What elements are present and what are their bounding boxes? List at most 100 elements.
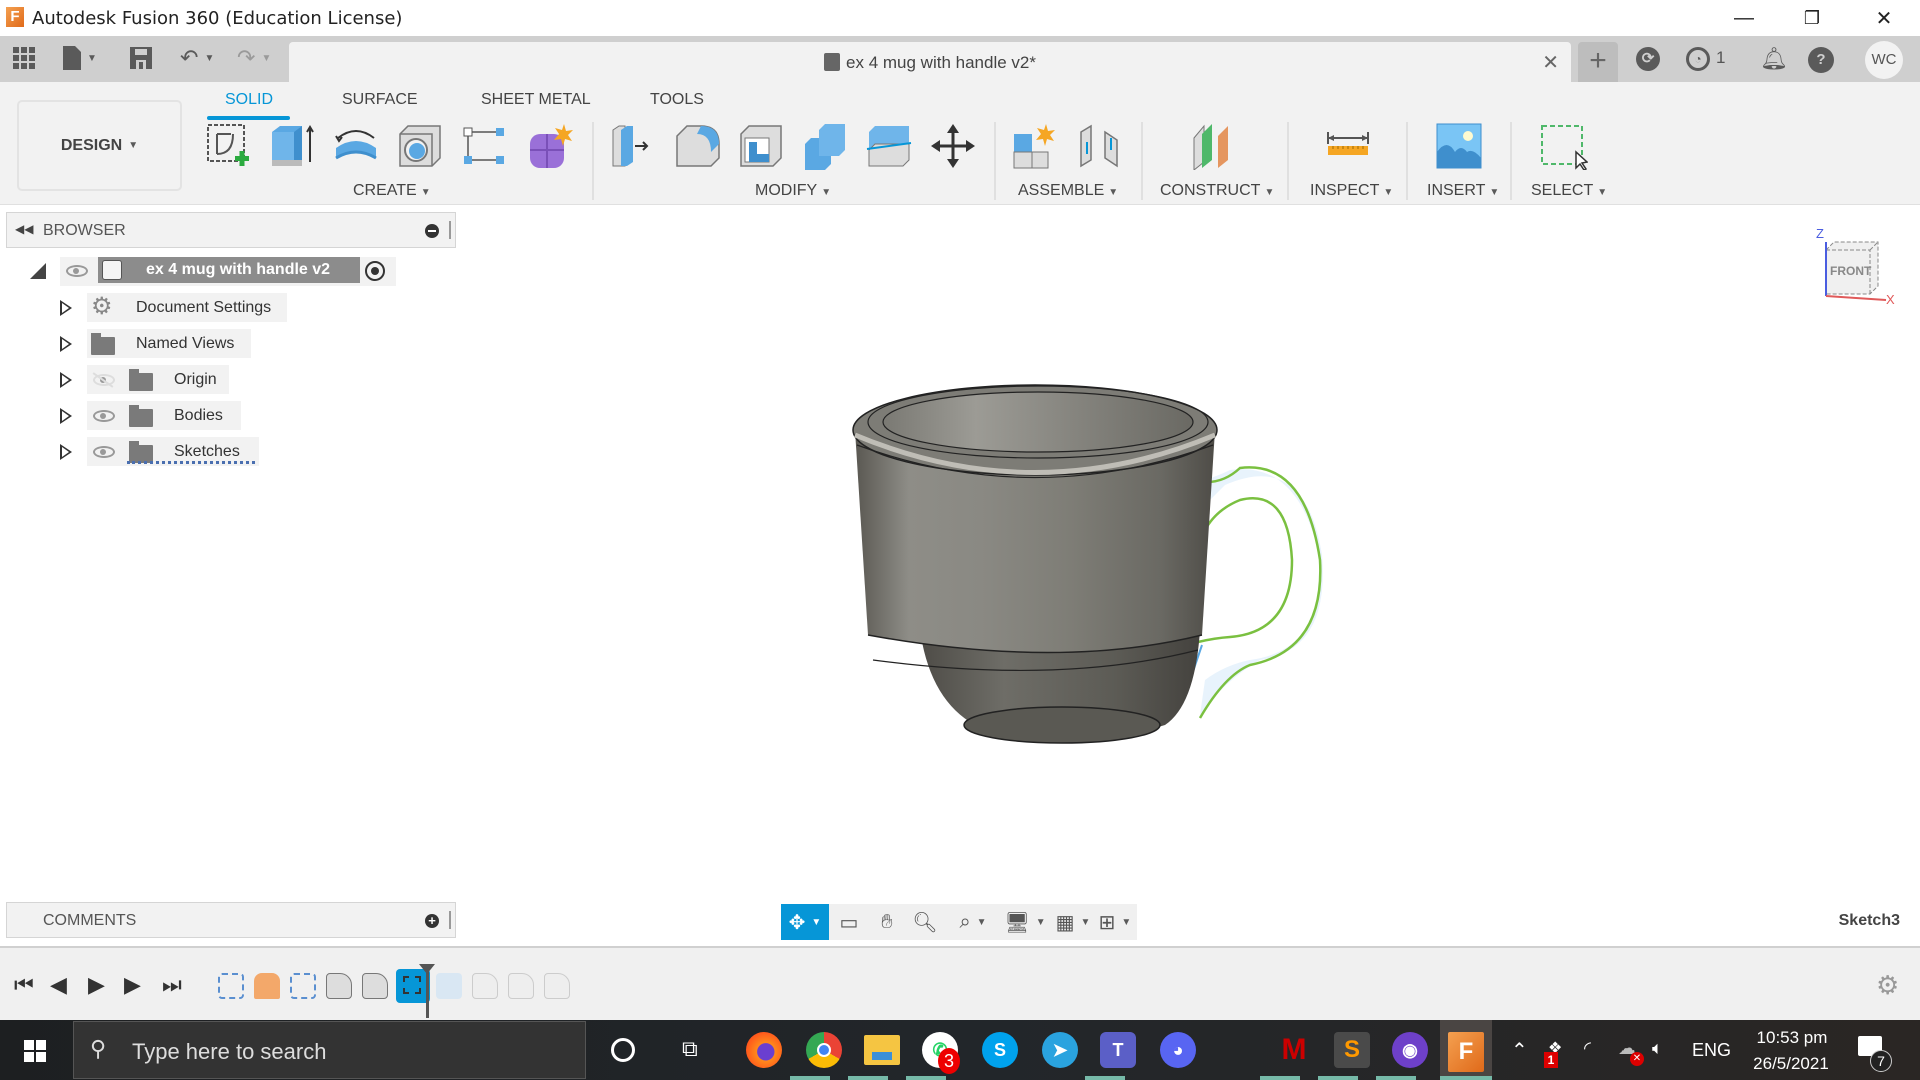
viewcube[interactable]: Z X FRONT bbox=[1812, 226, 1895, 312]
sublime-text-taskbar-icon[interactable]: S bbox=[1334, 1032, 1370, 1068]
timeline-sketch-feature[interactable] bbox=[218, 973, 244, 999]
hole-button[interactable] bbox=[396, 122, 444, 170]
redo-button[interactable]: ↷ ▼ bbox=[237, 44, 271, 72]
orbit-button[interactable]: ✥ ▼ bbox=[781, 904, 829, 940]
look-at-button[interactable]: ▭ bbox=[833, 904, 865, 940]
save-button[interactable] bbox=[130, 44, 152, 72]
timeline-active-sketch-feature[interactable] bbox=[396, 969, 430, 1003]
user-avatar[interactable]: WC bbox=[1865, 41, 1903, 79]
tab-solid[interactable]: SOLID bbox=[225, 91, 273, 109]
minimize-button[interactable]: — bbox=[1716, 0, 1772, 36]
timeline-revolve-feature[interactable] bbox=[254, 973, 280, 999]
close-tab-button[interactable]: ✕ bbox=[1542, 50, 1559, 75]
construct-menu[interactable]: CONSTRUCT ▼ bbox=[1160, 182, 1274, 200]
document-tab[interactable]: ex 4 mug with handle v2* ✕ bbox=[289, 42, 1571, 82]
browser-item-document-settings[interactable]: ⚙ Document Settings bbox=[87, 293, 287, 322]
chrome-taskbar-icon[interactable] bbox=[806, 1032, 842, 1068]
undo-button[interactable]: ↶ ▼ bbox=[180, 44, 214, 72]
fillet-button[interactable] bbox=[673, 122, 721, 170]
taskbar-search-input[interactable]: ⚲ Type here to search bbox=[73, 1021, 586, 1079]
modify-menu[interactable]: MODIFY ▼ bbox=[755, 182, 831, 200]
play-button[interactable]: ▶ bbox=[88, 972, 105, 998]
pan-button[interactable]: ✋︎ bbox=[871, 904, 903, 940]
panel-resize-handle[interactable] bbox=[449, 911, 451, 929]
combine-button[interactable] bbox=[801, 122, 849, 170]
step-forward-button[interactable]: ▶ bbox=[124, 972, 141, 998]
visibility-eye-icon[interactable] bbox=[66, 265, 88, 277]
teams-taskbar-icon[interactable]: T bbox=[1100, 1032, 1136, 1068]
step-back-button[interactable]: ◀ bbox=[50, 972, 67, 998]
select-menu[interactable]: SELECT ▼ bbox=[1531, 182, 1607, 200]
insert-canvas-button[interactable] bbox=[1435, 122, 1483, 170]
job-status-icon[interactable]: ◔ bbox=[1686, 47, 1710, 71]
timeline-extrude-feature-suppressed[interactable] bbox=[436, 973, 462, 999]
timeline-marker-handle[interactable] bbox=[419, 964, 435, 974]
tab-surface[interactable]: SURFACE bbox=[342, 91, 418, 109]
help-icon[interactable]: ? bbox=[1808, 47, 1834, 73]
wifi-tray-icon[interactable]: ◜ bbox=[1584, 1038, 1591, 1059]
inspect-menu[interactable]: INSPECT ▼ bbox=[1310, 182, 1393, 200]
restore-button[interactable]: ❐ bbox=[1784, 0, 1840, 36]
insert-menu[interactable]: INSERT ▼ bbox=[1427, 182, 1499, 200]
clock-time[interactable]: 10:53 pm bbox=[1752, 1028, 1832, 1048]
show-hidden-icons-chevron[interactable]: ⌃ bbox=[1511, 1038, 1528, 1063]
assemble-menu[interactable]: ASSEMBLE ▼ bbox=[1018, 182, 1118, 200]
fusion-360-taskbar-icon[interactable]: F bbox=[1448, 1032, 1484, 1072]
minimize-panel-icon[interactable] bbox=[425, 224, 439, 238]
timeline-fillet-feature[interactable] bbox=[326, 973, 352, 999]
viewports-button[interactable]: ⊞ ▼ bbox=[1093, 904, 1137, 940]
expand-arrow-icon[interactable] bbox=[60, 336, 72, 352]
workspace-switcher[interactable]: DESIGN ▼ bbox=[17, 100, 182, 191]
grid-snaps-button[interactable]: ▦ ▼ bbox=[1051, 904, 1095, 940]
timeline-sketch-feature[interactable] bbox=[290, 973, 316, 999]
input-language[interactable]: ENG bbox=[1692, 1040, 1731, 1061]
extensions-icon[interactable]: ⟳ bbox=[1636, 47, 1660, 71]
notifications-bell-icon[interactable]: 🔔︎ bbox=[1760, 46, 1788, 72]
expand-arrow-icon[interactable] bbox=[60, 408, 72, 424]
github-desktop-taskbar-icon[interactable]: ◉ bbox=[1392, 1032, 1428, 1068]
select-button[interactable] bbox=[1540, 122, 1589, 171]
revolve-button[interactable] bbox=[332, 122, 380, 170]
visibility-eye-icon[interactable] bbox=[93, 410, 115, 422]
firefox-taskbar-icon[interactable] bbox=[746, 1032, 782, 1068]
timeline-settings-gear-icon[interactable]: ⚙ bbox=[1876, 970, 1899, 1001]
go-to-start-button[interactable]: ⏮ bbox=[14, 972, 34, 998]
cortana-icon[interactable] bbox=[611, 1038, 635, 1062]
tab-sheet-metal[interactable]: SHEET METAL bbox=[481, 91, 591, 109]
create-menu[interactable]: CREATE ▼ bbox=[353, 182, 431, 200]
joint-button[interactable] bbox=[1075, 122, 1123, 170]
extrude-button[interactable] bbox=[268, 122, 316, 170]
timeline-fillet-feature-suppressed[interactable] bbox=[472, 973, 498, 999]
create-form-button[interactable] bbox=[526, 122, 574, 170]
press-pull-button[interactable] bbox=[609, 122, 657, 170]
expand-arrow-icon[interactable] bbox=[60, 444, 72, 460]
expand-arrow-icon[interactable] bbox=[60, 300, 72, 316]
fit-button[interactable]: ⌕ ▼ bbox=[949, 904, 997, 940]
panel-resize-handle[interactable] bbox=[449, 221, 451, 239]
close-window-button[interactable]: ✕ bbox=[1856, 0, 1912, 36]
browser-item-sketches[interactable]: Sketches bbox=[87, 437, 259, 466]
measure-button[interactable] bbox=[1324, 122, 1372, 170]
volume-tray-icon[interactable]: 🔈︎ bbox=[1652, 1038, 1663, 1059]
new-component-button[interactable] bbox=[1010, 122, 1058, 170]
browser-root-collapse-icon[interactable] bbox=[30, 263, 46, 279]
file-explorer-taskbar-icon[interactable] bbox=[864, 1035, 900, 1065]
zoom-button[interactable]: 🔍︎ bbox=[909, 904, 941, 940]
display-settings-button[interactable]: 🖥︎ ▼ bbox=[1003, 904, 1047, 940]
clock-date[interactable]: 26/5/2021 bbox=[1746, 1054, 1836, 1074]
visibility-eye-icon[interactable] bbox=[93, 446, 115, 458]
activate-component-radio[interactable] bbox=[365, 261, 385, 281]
collapse-browser-icon[interactable]: ◀◀ bbox=[15, 222, 33, 236]
tab-tools[interactable]: TOOLS bbox=[650, 91, 704, 109]
skype-taskbar-icon[interactable]: S bbox=[982, 1032, 1018, 1068]
browser-item-named-views[interactable]: Named Views bbox=[87, 329, 251, 358]
new-tab-button[interactable]: + bbox=[1578, 42, 1618, 82]
mug-3d-model[interactable] bbox=[830, 360, 1330, 760]
expand-arrow-icon[interactable] bbox=[60, 372, 72, 388]
task-view-icon[interactable]: ⧉ bbox=[682, 1036, 698, 1062]
timeline-fillet-feature-suppressed[interactable] bbox=[508, 973, 534, 999]
split-body-button[interactable] bbox=[865, 122, 913, 170]
discord-taskbar-icon[interactable]: ◕ bbox=[1160, 1032, 1196, 1068]
move-copy-button[interactable] bbox=[929, 122, 977, 170]
go-to-end-button[interactable]: ⏭ bbox=[162, 972, 182, 998]
